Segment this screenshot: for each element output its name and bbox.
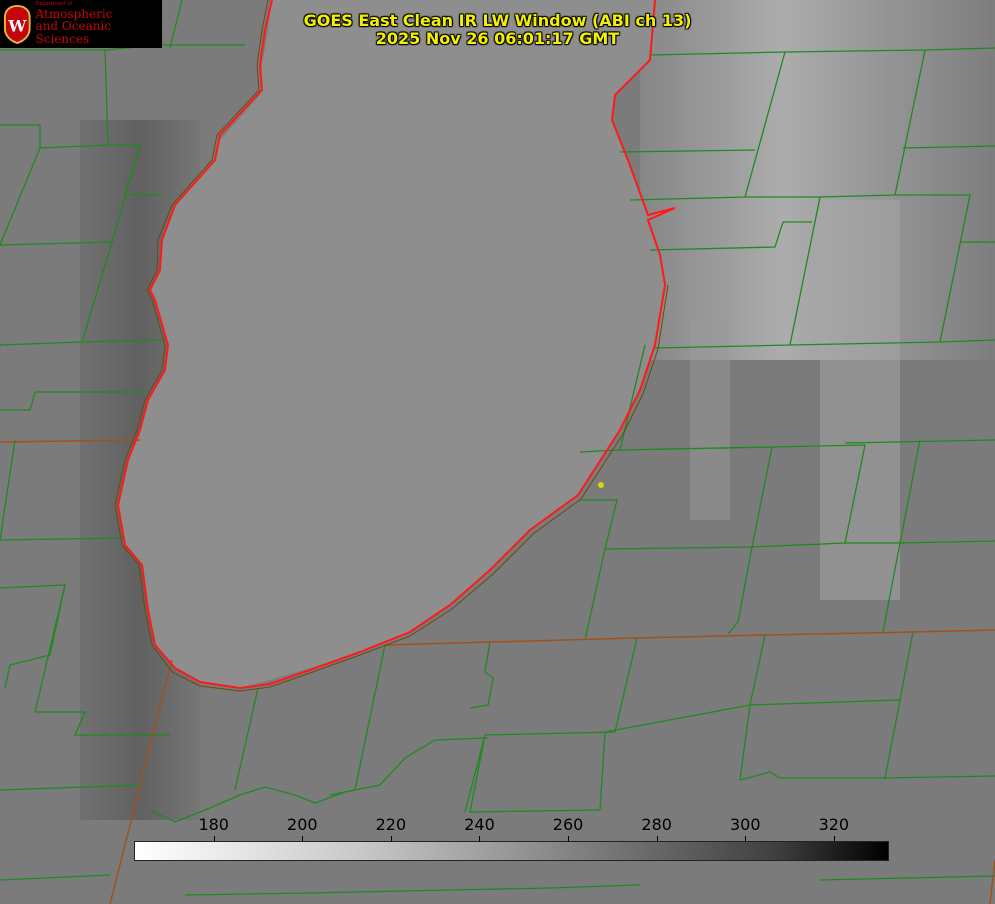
colorbar-tick-mark — [390, 836, 392, 842]
image-title: GOES East Clean IR LW Window (ABI ch 13)… — [0, 12, 995, 48]
colorbar-tick-mark — [833, 836, 835, 842]
colorbar-tick-label: 240 — [464, 815, 495, 834]
colorbar-tick-mark — [302, 836, 304, 842]
title-line-1: GOES East Clean IR LW Window (ABI ch 13) — [303, 11, 692, 30]
colorbar-tick-mark — [213, 836, 215, 842]
colorbar-tick-label: 280 — [641, 815, 672, 834]
colorbar-tick-label: 200 — [287, 815, 318, 834]
colorbar — [134, 841, 889, 861]
colorbar-tick-mark — [656, 836, 658, 842]
colorbar-tick-label: 220 — [375, 815, 407, 834]
colorbar-tick-mark — [745, 836, 747, 842]
colorbar-tick-label: 180 — [198, 815, 229, 834]
colorbar-tick-label: 320 — [818, 815, 850, 834]
satellite-map — [0, 0, 995, 904]
title-line-2: 2025 Nov 26 06:01:17 GMT — [375, 29, 620, 48]
colorbar-tick-label: 300 — [729, 815, 761, 834]
colorbar-tick-label: 260 — [552, 815, 584, 834]
cloud-streak-east — [820, 200, 900, 600]
colorbar-tick-mark — [568, 836, 570, 842]
location-marker — [598, 482, 604, 488]
colorbar-tick-mark — [479, 836, 481, 842]
cloud-streak-mid — [690, 320, 730, 520]
